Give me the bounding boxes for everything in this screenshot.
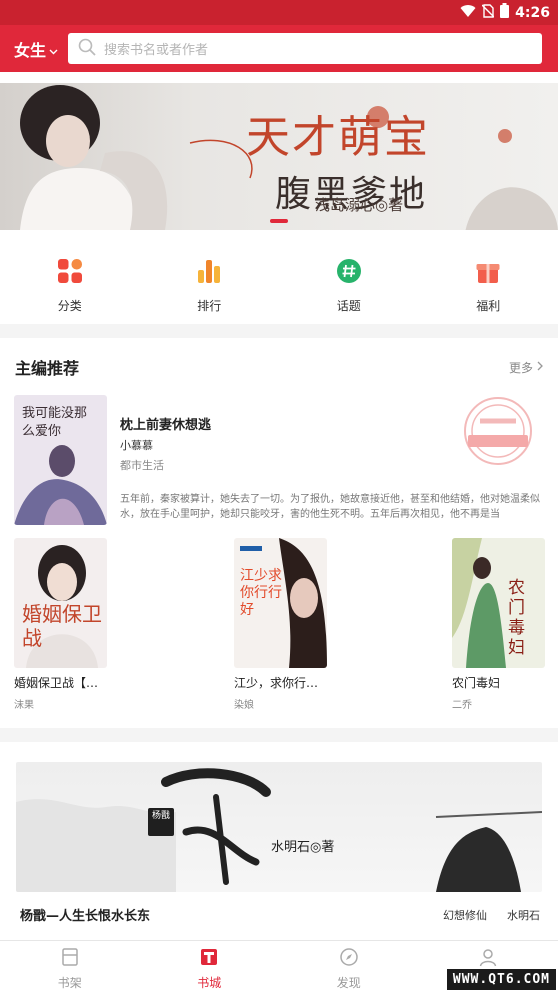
book-card[interactable]: 农门毒妇 农门毒妇 二乔 — [452, 538, 552, 711]
chevron-right-icon — [537, 360, 543, 374]
book-title[interactable]: 江少，求你行… — [234, 674, 334, 691]
banner-pagination — [0, 219, 558, 223]
tab-label: 书城 — [197, 976, 222, 990]
banner-dot-active[interactable] — [270, 219, 288, 223]
featured-book-description: 五年前，秦家被算计，她失去了一切。为了报仇，她故意接近他，甚至和他结婚，他对她温… — [120, 494, 540, 520]
book-title[interactable]: 农门毒妇 — [452, 674, 552, 691]
nav-label-category: 分类 — [57, 299, 82, 313]
search-input[interactable]: 搜索书名或者作者 — [68, 33, 542, 64]
category-grid-icon — [57, 258, 83, 288]
tab-label: 书架 — [57, 976, 82, 990]
bookstore-icon — [199, 947, 219, 971]
app-header: 女生 搜索书名或者作者 — [0, 25, 558, 72]
featured-book-cover[interactable]: 我可能没那么爱你 — [14, 395, 107, 525]
bookshelf-icon — [60, 947, 80, 971]
promo-ink-art — [16, 768, 542, 892]
promo-book-title[interactable]: 杨戬—人生长恨水长东 — [20, 905, 150, 924]
nav-ranking[interactable]: 排行 — [140, 240, 280, 320]
book-card[interactable]: 婚姻保卫战 婚姻保卫战【… 沫果 — [14, 538, 114, 711]
book-cover[interactable]: 江少求你行行好 — [234, 538, 327, 668]
nav-topic[interactable]: 话题 — [279, 240, 419, 320]
promo-tag[interactable]: 水明石 — [507, 907, 540, 923]
chevron-down-icon — [49, 40, 58, 59]
more-label: 更多 — [508, 360, 533, 375]
book-author: 染娘 — [234, 700, 254, 711]
promo-tags: 幻想修仙 水明石 — [443, 907, 540, 923]
book-author: 二乔 — [452, 700, 472, 711]
nav-label-welfare: 福利 — [476, 299, 501, 313]
ranking-bars-icon — [196, 258, 222, 288]
watermark: WWW.QT6.COM — [446, 969, 556, 990]
topic-hash-icon — [336, 258, 362, 288]
featured-book-genre: 都市生活 — [120, 459, 164, 472]
section-title: 主编推荐 — [15, 359, 80, 378]
nav-category[interactable]: 分类 — [0, 240, 140, 320]
gender-label: 女生 — [14, 41, 47, 60]
recommend-stamp-icon — [452, 395, 544, 471]
tab-bookshelf[interactable]: 书架 — [0, 941, 140, 992]
promo-author: 水明石◎著 — [271, 840, 335, 855]
promo-footer: 杨戬—人生长恨水长东 幻想修仙 水明石 — [20, 905, 540, 925]
wifi-icon — [460, 3, 476, 22]
status-time: 4:26 — [515, 4, 550, 21]
promo-seal: 杨戬 — [148, 808, 174, 836]
tab-label: 发现 — [336, 976, 361, 990]
section-divider — [0, 324, 558, 338]
search-placeholder: 搜索书名或者作者 — [104, 43, 209, 58]
no-sim-icon — [481, 3, 495, 22]
nav-label-ranking: 排行 — [197, 299, 222, 313]
book-card[interactable]: 江少求你行行好 江少，求你行… 染娘 — [234, 538, 334, 711]
featured-book-author: 小慕慕 — [120, 439, 153, 452]
editor-picks-header: 主编推荐 更多 — [15, 355, 543, 379]
banner-author: 浅岛溺心◎著 — [315, 196, 404, 214]
status-bar: 4:26 — [0, 0, 558, 25]
book-title[interactable]: 婚姻保卫战【… — [14, 674, 114, 691]
book-cover[interactable]: 婚姻保卫战 — [14, 538, 107, 668]
compass-icon — [339, 947, 359, 971]
quick-nav: 分类 排行 话题 福利 — [0, 240, 558, 320]
more-link[interactable]: 更多 — [509, 359, 543, 376]
gift-icon — [475, 258, 501, 288]
book-cover-title: 农门毒妇 — [508, 578, 525, 658]
book-cover[interactable]: 农门毒妇 — [452, 538, 545, 668]
tab-bookstore[interactable]: 书城 — [140, 941, 280, 992]
tab-discover[interactable]: 发现 — [279, 941, 419, 992]
status-icons: 4:26 — [460, 3, 550, 22]
search-icon — [78, 38, 96, 60]
profile-icon — [478, 947, 498, 971]
section-divider — [0, 728, 558, 742]
promo-tag[interactable]: 幻想修仙 — [443, 907, 487, 923]
featured-cover-title: 我可能没那么爱你 — [22, 406, 88, 439]
battery-icon — [500, 3, 510, 22]
book-cover-title: 婚姻保卫战 — [22, 602, 102, 650]
banner-title-line1: 天才萌宝 — [246, 112, 430, 163]
featured-book-title[interactable]: 枕上前妻休想逃 — [120, 414, 211, 433]
nav-welfare[interactable]: 福利 — [419, 240, 558, 320]
book-author: 沫果 — [14, 700, 34, 711]
promo-banner[interactable]: 杨戬 水明石◎著 — [16, 762, 542, 892]
nav-label-topic: 话题 — [336, 299, 361, 313]
hero-banner[interactable]: 天才萌宝 腹黑爹地 浅岛溺心◎著 — [0, 83, 558, 230]
gender-switch[interactable]: 女生 — [14, 37, 58, 61]
book-cover-title: 江少求你行行好 — [240, 568, 282, 618]
